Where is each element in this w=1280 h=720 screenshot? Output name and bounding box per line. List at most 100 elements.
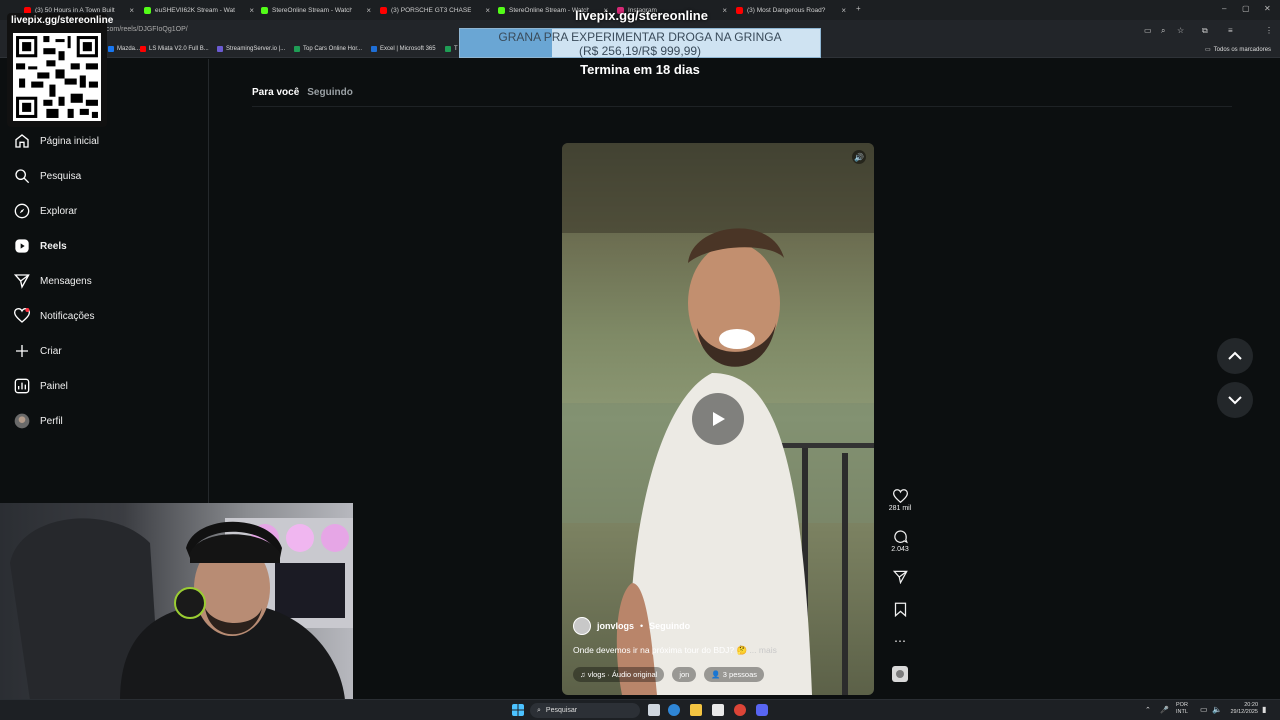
audio-label: vlogs · Áudio original	[587, 670, 658, 679]
zoom-icon[interactable]: ⌕	[1161, 26, 1165, 36]
webcam-image	[10, 518, 353, 700]
bookmark-item[interactable]: LS Miata V2.0 Full B...	[140, 46, 209, 52]
microphone-icon[interactable]: 🎤	[1160, 706, 1169, 714]
tab-close-icon[interactable]: ×	[722, 6, 727, 15]
volume-icon[interactable]: 🔈	[1212, 705, 1224, 717]
menu-icon[interactable]: ⋮	[1265, 26, 1273, 35]
close-window-button[interactable]: ✕	[1264, 4, 1271, 13]
sidebar-item-heart[interactable]: Notificações	[14, 306, 94, 326]
maximize-button[interactable]: ▢	[1242, 4, 1250, 13]
sidebar-item-dashboard[interactable]: Painel	[14, 376, 68, 396]
tab-title: (3) Most Dangerous Road? Sco	[747, 7, 827, 14]
audio-thumbnail-button[interactable]	[886, 666, 914, 684]
comment-button[interactable]: 2.043	[886, 529, 914, 553]
sidebar-item-messages[interactable]: Mensagens	[14, 271, 92, 291]
tab-for-you[interactable]: Para você	[252, 87, 299, 98]
like-button[interactable]: 281 mil	[886, 489, 914, 512]
tab-close-icon[interactable]: ×	[129, 6, 134, 15]
sidebar-item-label: Mensagens	[40, 275, 92, 287]
network-icon[interactable]: ▭	[1200, 705, 1212, 717]
taskbar-search[interactable]: ⌕ Pesquisar	[530, 703, 640, 718]
file-explorer-icon[interactable]	[690, 704, 702, 716]
tab-close-icon[interactable]: ×	[841, 6, 846, 15]
bookmark-label: StreamingServer.io |...	[226, 46, 286, 52]
tab-close-icon[interactable]: ×	[366, 6, 371, 15]
people-chip[interactable]: 👤 3 pessoas	[704, 667, 764, 682]
sidebar-item-label: Reels	[40, 240, 67, 252]
qr-code	[13, 33, 101, 121]
minimize-button[interactable]: –	[1222, 4, 1226, 13]
sidebar-item-home[interactable]: Página inicial	[14, 131, 99, 151]
share-button[interactable]	[886, 570, 914, 586]
lang-line2: INTL	[1176, 709, 1188, 715]
next-reel-button[interactable]	[1217, 382, 1253, 418]
tab-title: StereOnline Stream - Watch Liv	[272, 7, 352, 14]
reel-video[interactable]: 🔊 jonvlogs • Seguindo Onde devemos ir na…	[562, 143, 874, 695]
extensions-icon[interactable]: ⧉	[1202, 26, 1208, 36]
all-bookmarks-link[interactable]: ▭ Todos os marcadores	[1205, 46, 1271, 54]
tab-favicon-icon	[380, 7, 387, 14]
sidebar-item-search[interactable]: Pesquisa	[14, 166, 81, 186]
bookmark-item[interactable]: T	[445, 46, 458, 52]
taskbar-clock[interactable]: 20:20 29/12/2025	[1226, 702, 1258, 716]
save-button[interactable]	[886, 602, 914, 619]
discord-icon[interactable]	[756, 704, 768, 716]
audio-chip[interactable]: ♫ vlogs · Áudio original	[573, 667, 665, 682]
search-icon	[14, 168, 30, 184]
heart-icon	[892, 489, 908, 503]
more-options-button[interactable]: ⋯	[886, 634, 914, 648]
browser-tab[interactable]: (3) PORSCHE GT3 CHASES DO ×	[376, 2, 494, 19]
store-icon[interactable]	[712, 704, 724, 716]
browser-tab[interactable]: (3) Most Dangerous Road? Sco ×	[732, 2, 850, 19]
browser-tab[interactable]: euSHEVII62K Stream - Watch ×	[140, 2, 258, 19]
play-button[interactable]	[692, 393, 744, 445]
sidebar-item-reels[interactable]: Reels	[14, 236, 67, 256]
feed-tabs: Para você Seguindo	[252, 87, 353, 98]
previous-reel-button[interactable]	[1217, 338, 1253, 374]
tab-close-icon[interactable]: ×	[249, 6, 254, 15]
author-avatar[interactable]	[573, 617, 591, 635]
tray-chevron-icon[interactable]: ⌃	[1145, 706, 1153, 714]
task-view-icon[interactable]	[648, 704, 660, 716]
tab-following[interactable]: Seguindo	[307, 87, 353, 98]
comment-icon	[893, 530, 908, 544]
clock-date: 29/12/2025	[1230, 709, 1258, 715]
play-icon	[713, 412, 725, 426]
notification-icon[interactable]: ▮	[1262, 705, 1274, 717]
bookmark-item[interactable]: Top Cars Online Hor...	[294, 46, 362, 52]
input-language[interactable]: POR INTL	[1176, 702, 1188, 716]
tab-title: euSHEVII62K Stream - Watch	[155, 7, 235, 14]
caption-more-link[interactable]: ... mais	[749, 645, 776, 655]
taskbar-search-placeholder: Pesquisar	[545, 707, 578, 714]
windows-start-icon[interactable]	[512, 704, 524, 716]
bookmark-favicon-icon	[140, 46, 146, 52]
following-button[interactable]: Seguindo	[649, 621, 690, 631]
sidebar-item-profile[interactable]: Perfil	[14, 411, 63, 431]
sidebar-item-plus[interactable]: Criar	[14, 341, 62, 361]
sidebar-item-compass[interactable]: Explorar	[14, 201, 77, 221]
sidebar-item-label: Perfil	[40, 415, 63, 427]
bookmark-favicon-icon	[445, 46, 451, 52]
heart-icon	[14, 308, 30, 324]
chrome-icon[interactable]	[734, 704, 746, 716]
bookmark-label: LS Miata V2.0 Full B...	[149, 46, 209, 52]
tag-chip[interactable]: jon	[672, 667, 697, 682]
tab-close-icon[interactable]: ×	[485, 6, 490, 15]
copilot-icon[interactable]	[668, 704, 680, 716]
tab-title: (3) PORSCHE GT3 CHASES DO	[391, 7, 471, 14]
caption-text: Onde devemos ir na próxima tour do BDJ? …	[573, 645, 748, 655]
new-tab-button[interactable]: +	[856, 4, 861, 13]
browser-tab[interactable]: StereOnline Stream - Watch Liv ×	[257, 2, 375, 19]
cast-icon[interactable]: ▭	[1144, 26, 1152, 35]
author-name[interactable]: jonvlogs	[597, 621, 634, 631]
star-icon[interactable]: ☆	[1177, 26, 1184, 35]
goal-ends-text: Termina em 18 dias	[580, 62, 700, 77]
bookmark-item[interactable]: StreamingServer.io |...	[217, 46, 285, 52]
sidebar-item-label: Criar	[40, 345, 62, 357]
url-text[interactable]: com/reels/DJGFIoQg1OP/	[106, 26, 188, 33]
bookmark-item[interactable]: Mazda...	[108, 46, 140, 52]
speaker-icon[interactable]: 🔊	[852, 150, 866, 164]
bookmark-item[interactable]: Excel | Microsoft 365	[371, 46, 436, 52]
sidepanel-icon[interactable]: ≡	[1228, 26, 1233, 35]
tab-favicon-icon	[736, 7, 743, 14]
